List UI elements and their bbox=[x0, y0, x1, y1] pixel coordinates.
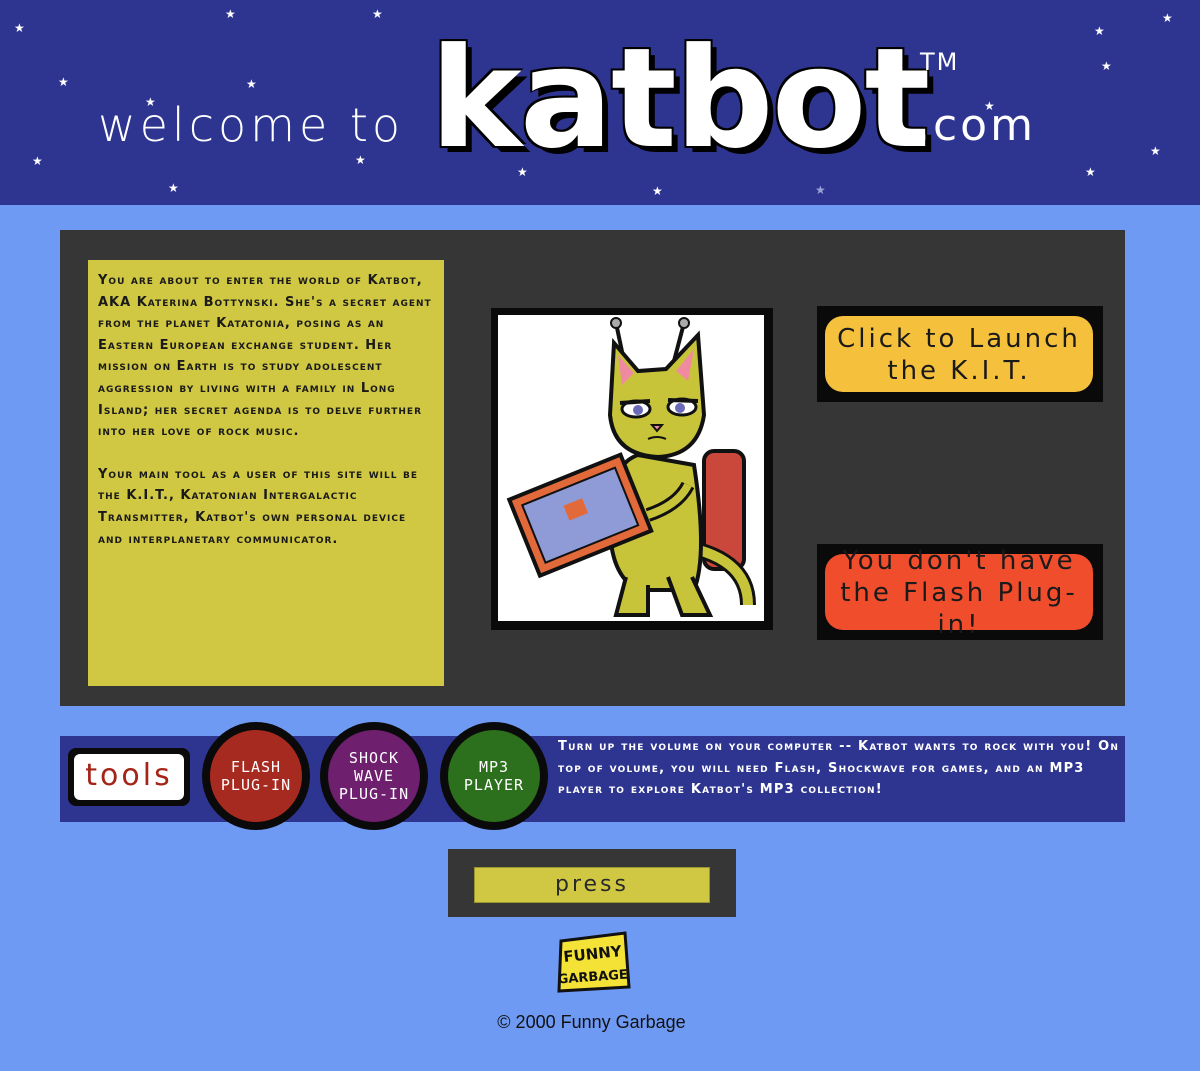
press-frame: press bbox=[448, 849, 736, 917]
katbot-illustration-frame bbox=[491, 308, 773, 630]
mp3-player-label: PLAYER bbox=[463, 776, 525, 794]
volume-instructions: Turn up the volume on your computer -- K… bbox=[558, 739, 1120, 797]
star-icon: ★ bbox=[225, 7, 236, 21]
copyright-text: © 2000 Funny Garbage bbox=[497, 1012, 686, 1032]
star-icon: ★ bbox=[652, 184, 663, 198]
site-header: ★ ★ ★ ★ ★ ★ ★ ★ ★ ★ ★ ★ ★ ★ ★ ★ ★ ★ ★ ★ … bbox=[0, 0, 1200, 205]
tools-bar: tools FLASH PLUG-IN SHOCK WAVE PLUG-IN M… bbox=[60, 722, 1125, 830]
star-icon: ★ bbox=[372, 7, 383, 21]
star-icon: ★ bbox=[14, 21, 25, 35]
katbot-illustration bbox=[498, 315, 764, 621]
star-icon: ★ bbox=[58, 75, 69, 89]
mp3-player-button-face: MP3 PLAYER bbox=[448, 730, 540, 822]
flash-plugin-label: PLUG-IN bbox=[220, 776, 292, 794]
domain-suffix: .com bbox=[916, 100, 1036, 151]
shockwave-plugin-label: WAVE bbox=[353, 767, 395, 785]
launch-kit-button[interactable]: Click to Launch the K.I.T. bbox=[825, 316, 1093, 392]
mp3-player-label: MP3 bbox=[478, 758, 510, 776]
star-icon: ★ bbox=[355, 153, 366, 167]
katbot-cat-icon bbox=[506, 317, 756, 617]
trademark-symbol: TM bbox=[920, 48, 960, 76]
star-icon: ★ bbox=[246, 77, 257, 91]
launch-kit-label: Click to Launch bbox=[837, 324, 1081, 354]
shockwave-plugin-button[interactable]: SHOCK WAVE PLUG-IN bbox=[320, 722, 428, 830]
flash-plugin-button-face: FLASH PLUG-IN bbox=[210, 730, 302, 822]
star-icon: ★ bbox=[32, 154, 43, 168]
flash-warning-label: You don't have bbox=[842, 546, 1076, 576]
star-icon: ★ bbox=[815, 183, 826, 197]
shockwave-plugin-button-face: SHOCK WAVE PLUG-IN bbox=[328, 730, 420, 822]
flash-plugin-label: FLASH bbox=[230, 758, 282, 776]
star-icon: ★ bbox=[168, 181, 179, 195]
intro-paragraph: Your main tool as a user of this site wi… bbox=[98, 466, 418, 547]
flash-warning-label: the Flash Plug-in! bbox=[840, 578, 1078, 640]
katbot-logo: katbot bbox=[430, 18, 930, 179]
flash-warning-frame: You don't have the Flash Plug-in! bbox=[817, 544, 1103, 640]
intro-paragraph: You are about to enter the world of Katb… bbox=[98, 273, 432, 440]
funny-garbage-icon: FUNNY GARBAGE bbox=[557, 931, 631, 993]
launch-kit-frame: Click to Launch the K.I.T. bbox=[817, 306, 1103, 402]
shockwave-plugin-label: SHOCK bbox=[348, 749, 400, 767]
tools-label: tools bbox=[74, 754, 184, 800]
star-icon: ★ bbox=[1150, 144, 1161, 158]
star-icon: ★ bbox=[1085, 165, 1096, 179]
star-icon: ★ bbox=[1162, 11, 1173, 25]
star-icon: ★ bbox=[1094, 24, 1105, 38]
launch-kit-label: the K.I.T. bbox=[887, 356, 1031, 386]
intro-text-box: You are about to enter the world of Katb… bbox=[88, 260, 444, 686]
star-icon: ★ bbox=[1101, 59, 1112, 73]
funny-garbage-logo[interactable]: FUNNY GARBAGE bbox=[555, 931, 631, 993]
shockwave-plugin-label: PLUG-IN bbox=[338, 785, 410, 803]
tools-label-box: tools bbox=[68, 748, 190, 806]
press-button[interactable]: press bbox=[474, 867, 710, 903]
mp3-player-button[interactable]: MP3 PLAYER bbox=[440, 722, 548, 830]
main-panel: You are about to enter the world of Katb… bbox=[60, 230, 1125, 706]
welcome-text: welcome to bbox=[98, 98, 405, 152]
flash-plugin-button[interactable]: FLASH PLUG-IN bbox=[202, 722, 310, 830]
no-flash-plugin-button[interactable]: You don't have the Flash Plug-in! bbox=[825, 546, 1093, 640]
